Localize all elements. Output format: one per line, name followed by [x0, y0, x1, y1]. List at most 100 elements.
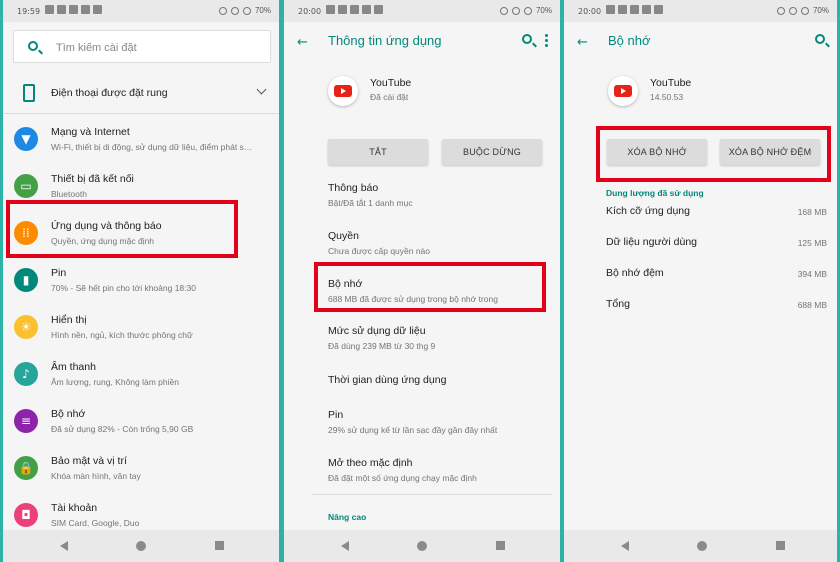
- storage-row: Tổng 688 MB: [606, 298, 827, 318]
- force-stop-button[interactable]: BUỘC DỪNG: [442, 139, 542, 165]
- search-placeholder: Tìm kiếm cài đặt: [56, 42, 137, 54]
- settings-item[interactable]: ▼ Mạng và Internet Wi-Fi, thiết bị di động…: [3, 118, 279, 164]
- battery-percent: 70%: [812, 6, 829, 15]
- storage-row-value: 688 MB: [797, 300, 827, 310]
- settings-item-title: Bảo mật và vị trí: [51, 455, 127, 467]
- highlight-box: [596, 126, 831, 182]
- settings-item-title: Thiết bị đã kết nối: [51, 173, 134, 185]
- app-header: YouTube 14.50.53: [564, 70, 837, 120]
- storage-row-label: Bộ nhớ đệm: [606, 267, 664, 279]
- settings-item-subtitle: SIM Card, Google, Duo: [51, 518, 140, 528]
- nav-bar: [3, 530, 279, 562]
- status-bar: 20:00 70%: [284, 0, 560, 22]
- search-icon[interactable]: [522, 34, 532, 44]
- storage-icon: ≡: [14, 409, 38, 433]
- home-nav-icon[interactable]: [136, 541, 146, 551]
- search-icon: [28, 41, 38, 51]
- vibrate-suggestion[interactable]: Điện thoại được đặt rung: [13, 75, 271, 109]
- highlight-box: [314, 262, 546, 312]
- settings-item[interactable]: 🔒 Bảo mật và vị trí Khóa màn hình, vân tay: [3, 447, 279, 493]
- settings-item-title: Tài khoản: [51, 502, 98, 514]
- app-info-row[interactable]: Mức sử dụng dữ liệu Đã dùng 239 MB từ 30 …: [328, 325, 435, 351]
- storage-row-label: Tổng: [606, 298, 630, 310]
- settings-item-title: Hiển thị: [51, 314, 87, 326]
- app-header: YouTube Đã cài đặt: [284, 70, 560, 120]
- app-name: YouTube: [370, 77, 412, 89]
- page-title: Bộ nhớ: [608, 33, 651, 48]
- chevron-down-icon[interactable]: [256, 84, 267, 95]
- settings-item-title: Mạng và Internet: [51, 126, 130, 138]
- system-icons: 70%: [499, 6, 552, 15]
- advanced-section[interactable]: Nâng cao: [328, 512, 366, 522]
- battery-percent: 70%: [535, 6, 552, 15]
- battery-status-icon: [523, 6, 532, 15]
- row-subtitle: 29% sử dụng kể từ lần sạc đầy gần đây nh…: [328, 425, 498, 435]
- search-input[interactable]: Tìm kiếm cài đặt: [13, 30, 271, 63]
- settings-item[interactable]: ▮ Pin 70% - Sẽ hết pin cho tới khoảng 18:3…: [3, 259, 279, 305]
- search-icon[interactable]: [815, 34, 825, 44]
- vibrate-label: Điện thoại được đặt rung: [51, 87, 168, 99]
- row-title: Mức sử dụng dữ liệu: [328, 325, 426, 337]
- storage-row-value: 168 MB: [797, 207, 827, 217]
- status-time: 19:59: [17, 7, 41, 16]
- back-nav-icon[interactable]: [341, 541, 349, 551]
- row-title: Quyền: [328, 230, 359, 242]
- vibrate-icon: [19, 84, 35, 102]
- app-info-row[interactable]: Mở theo mặc định Đã đặt một số ứng dụng c…: [328, 457, 477, 483]
- home-nav-icon[interactable]: [697, 541, 707, 551]
- app-info-row[interactable]: Quyền Chưa được cấp quyền nào: [328, 230, 430, 256]
- row-subtitle: Chưa được cấp quyền nào: [328, 246, 431, 256]
- storage-row: Kích cỡ ứng dụng 168 MB: [606, 205, 827, 225]
- alarm-icon: [218, 6, 227, 15]
- youtube-logo-icon: [328, 76, 358, 106]
- settings-item-title: Bộ nhớ: [51, 408, 86, 420]
- wifi-status-icon: [788, 6, 797, 15]
- settings-screen: 19:59 70% Tìm kiếm cài đặt Điện thoại đư…: [3, 0, 279, 562]
- notification-icons: [326, 5, 383, 14]
- display-icon: ☀: [14, 315, 38, 339]
- home-nav-icon[interactable]: [417, 541, 427, 551]
- back-nav-icon[interactable]: [621, 541, 629, 551]
- row-subtitle: Bật/Đã tắt 1 danh mục: [328, 198, 413, 208]
- row-subtitle: Đã dùng 239 MB từ 30 thg 9: [328, 341, 436, 351]
- sound-icon: ♪: [14, 362, 38, 386]
- recents-nav-icon[interactable]: [496, 541, 505, 550]
- wifi-status-icon: [230, 6, 239, 15]
- status-time: 20:00: [298, 7, 322, 16]
- divider: [312, 494, 552, 495]
- status-bar: 19:59 70%: [3, 0, 279, 22]
- settings-item[interactable]: ☀ Hiển thị Hình nền, ngủ, kích thước phông…: [3, 306, 279, 352]
- storage-row-label: Kích cỡ ứng dụng: [606, 205, 690, 217]
- recents-nav-icon[interactable]: [776, 541, 785, 550]
- nav-bar: [564, 530, 837, 562]
- alarm-icon: [776, 6, 785, 15]
- status-bar: 20:00 70%: [564, 0, 837, 22]
- back-arrow-icon[interactable]: ←: [297, 35, 308, 50]
- battery-status-icon: [800, 6, 809, 15]
- storage-row-label: Dữ liệu người dùng: [606, 236, 697, 248]
- alarm-icon: [499, 6, 508, 15]
- settings-item-subtitle: 70% - Sẽ hết pin cho tới khoảng 18:30: [51, 283, 196, 293]
- settings-item-subtitle: Bluetooth: [51, 189, 87, 199]
- settings-item-title: Âm thanh: [51, 361, 96, 373]
- app-info-row[interactable]: Thời gian dùng ứng dụng: [328, 374, 446, 386]
- more-options-icon[interactable]: [545, 34, 548, 37]
- back-arrow-icon[interactable]: ←: [577, 35, 588, 50]
- app-info-row[interactable]: Pin 29% sử dụng kể từ lần sạc đầy gần đây…: [328, 409, 497, 435]
- divider: [3, 113, 279, 114]
- settings-item[interactable]: ♪ Âm thanh Âm lượng, rung, Không làm phiền: [3, 353, 279, 399]
- page-title: Thông tin ứng dụng: [328, 33, 442, 48]
- devices-icon: ▭: [14, 174, 38, 198]
- app-info-row[interactable]: Thông báo Bật/Đã tắt 1 danh mục: [328, 182, 413, 208]
- battery-icon: ▮: [14, 268, 38, 292]
- notification-icons: [45, 5, 102, 14]
- settings-item-subtitle: Hình nền, ngủ, kích thước phông chữ: [51, 330, 193, 340]
- app-install-status: Đã cài đặt: [370, 92, 409, 102]
- back-nav-icon[interactable]: [60, 541, 68, 551]
- recents-nav-icon[interactable]: [215, 541, 224, 550]
- settings-item-subtitle: Âm lượng, rung, Không làm phiền: [51, 377, 179, 387]
- settings-item[interactable]: ≡ Bộ nhớ Đã sử dụng 82% - Còn trống 5,90 G…: [3, 400, 279, 446]
- settings-item-subtitle: Wi-Fi, thiết bị di động, sử dụng dữ liệu…: [51, 142, 253, 152]
- storage-row: Bộ nhớ đệm 394 MB: [606, 267, 827, 287]
- disable-button[interactable]: TẮT: [328, 139, 428, 165]
